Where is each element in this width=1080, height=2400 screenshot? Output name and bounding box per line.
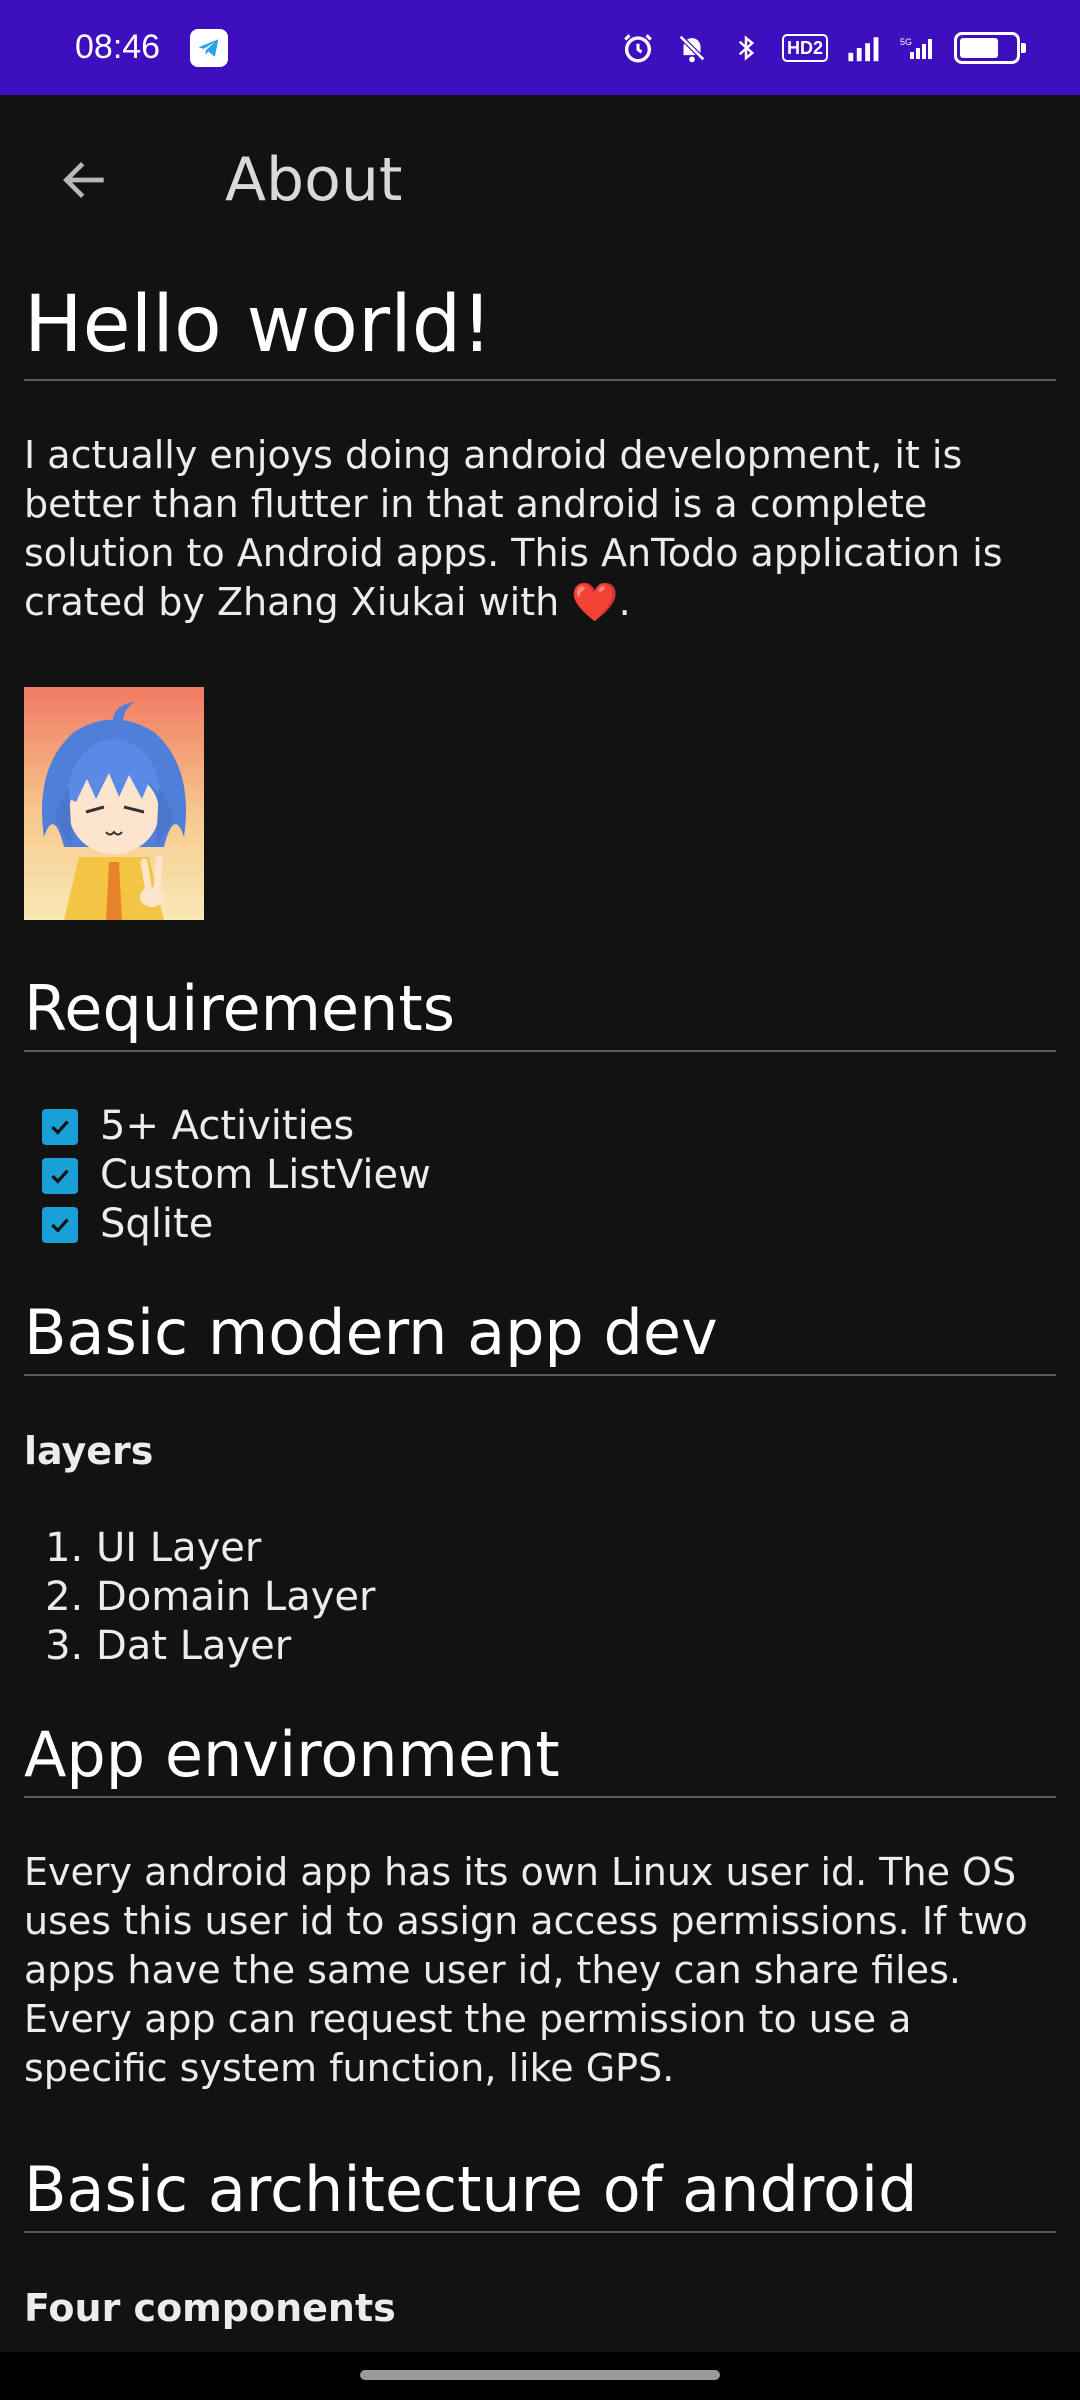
layers-list: UI Layer Domain Layer Dat Layer <box>24 1524 1056 1671</box>
heart-icon: ❤️ <box>571 580 619 624</box>
intro-text: I actually enjoys doing android developm… <box>24 433 1003 624</box>
checklist-label: Custom ListView <box>100 1152 431 1198</box>
anime-avatar-image <box>24 687 204 920</box>
checkbox-checked[interactable] <box>42 1108 78 1145</box>
intro-paragraph: I actually enjoys doing android developm… <box>24 431 1056 627</box>
hd-voice-badge: HD2 <box>781 33 828 62</box>
layer-item: Domain Layer <box>96 1573 1056 1622</box>
battery-icon <box>954 31 1026 64</box>
svg-text:5G: 5G <box>900 37 912 47</box>
back-button[interactable] <box>30 125 140 235</box>
signal-5g-icon: 5G <box>900 30 936 66</box>
layer-item: UI Layer <box>96 1524 1056 1573</box>
checkbox-checked[interactable] <box>42 1157 78 1194</box>
layer-item: Dat Layer <box>96 1622 1056 1671</box>
environment-heading: App environment <box>24 1716 1056 1798</box>
checklist-item: Sqlite <box>42 1200 1056 1249</box>
page-title: About <box>225 145 403 215</box>
environment-paragraph: Every android app has its own Linux user… <box>24 1850 1028 2090</box>
gesture-handle[interactable] <box>360 2370 720 2380</box>
checklist-label: 5+ Activities <box>100 1103 355 1149</box>
battery-fill <box>960 37 998 58</box>
requirements-heading: Requirements <box>24 970 1056 1052</box>
about-content[interactable]: Hello world! I actually enjoys doing and… <box>24 265 1056 2352</box>
status-bar: 08:46 HD2 5G <box>0 0 1080 95</box>
four-components-subheading: Four components <box>24 2286 396 2330</box>
architecture-heading: Basic architecture of android <box>24 2151 1056 2233</box>
telegram-icon <box>190 28 229 67</box>
signal-icon-1 <box>846 30 882 66</box>
intro-text-end: . <box>618 580 631 624</box>
hello-heading: Hello world! <box>24 265 1056 381</box>
arrow-back-icon <box>63 162 104 198</box>
status-time: 08:46 <box>75 28 161 66</box>
checklist-item: 5+ Activities <box>42 1102 1056 1151</box>
checkbox-checked[interactable] <box>42 1206 78 1243</box>
checklist-item: Custom ListView <box>42 1151 1056 1200</box>
basic-dev-heading: Basic modern app dev <box>24 1294 1056 1376</box>
bluetooth-icon <box>728 30 764 66</box>
status-left: 08:46 <box>75 28 229 67</box>
navigation-bar <box>0 2352 1080 2400</box>
app-bar: About <box>0 95 1080 265</box>
mute-bell-icon <box>674 30 710 66</box>
checklist-label: Sqlite <box>100 1201 214 1247</box>
alarm-icon <box>620 30 656 66</box>
layers-subheading: layers <box>24 1429 154 1473</box>
status-icons: HD2 5G <box>620 30 1026 66</box>
requirements-checklist: 5+ Activities Custom ListView Sqlite <box>24 1102 1056 1249</box>
